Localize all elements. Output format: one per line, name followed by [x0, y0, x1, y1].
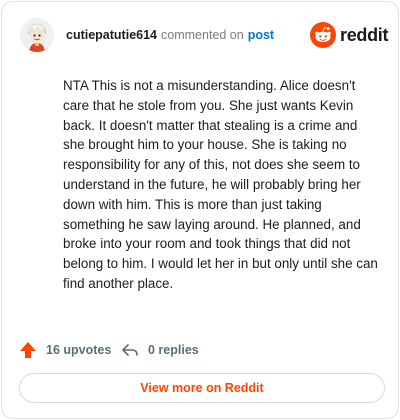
- comment-header: cutiepatutie614 commented on post reddit: [16, 16, 389, 56]
- comment-meta: cutiepatutie614 commented on post: [66, 28, 274, 42]
- replies-button[interactable]: 0 replies: [120, 338, 199, 362]
- upvote-button[interactable]: 16 upvotes: [18, 338, 111, 362]
- reddit-brand-link[interactable]: reddit: [310, 22, 389, 50]
- comment-actions: 16 upvotes 0 replies: [16, 338, 386, 362]
- avatar-illustration-icon: [20, 18, 54, 52]
- user-avatar[interactable]: [20, 18, 54, 52]
- reddit-logo-icon: [310, 22, 336, 48]
- view-more-on-reddit-button[interactable]: View more on Reddit: [19, 373, 385, 403]
- username-link[interactable]: cutiepatutie614: [66, 28, 157, 42]
- embedded-comment-card: cutiepatutie614 commented on post reddit N…: [1, 1, 399, 419]
- replies-count: 0 replies: [148, 343, 199, 357]
- upvote-arrow-icon: [20, 342, 36, 358]
- upvotes-count: 16 upvotes: [46, 343, 112, 357]
- reply-arrow-icon: [122, 344, 138, 356]
- post-link[interactable]: post: [248, 28, 274, 42]
- comment-body: NTA This is not a misunderstanding. Alic…: [63, 78, 378, 291]
- commented-on-text: commented on: [161, 28, 244, 42]
- reddit-wordmark: reddit: [340, 25, 389, 45]
